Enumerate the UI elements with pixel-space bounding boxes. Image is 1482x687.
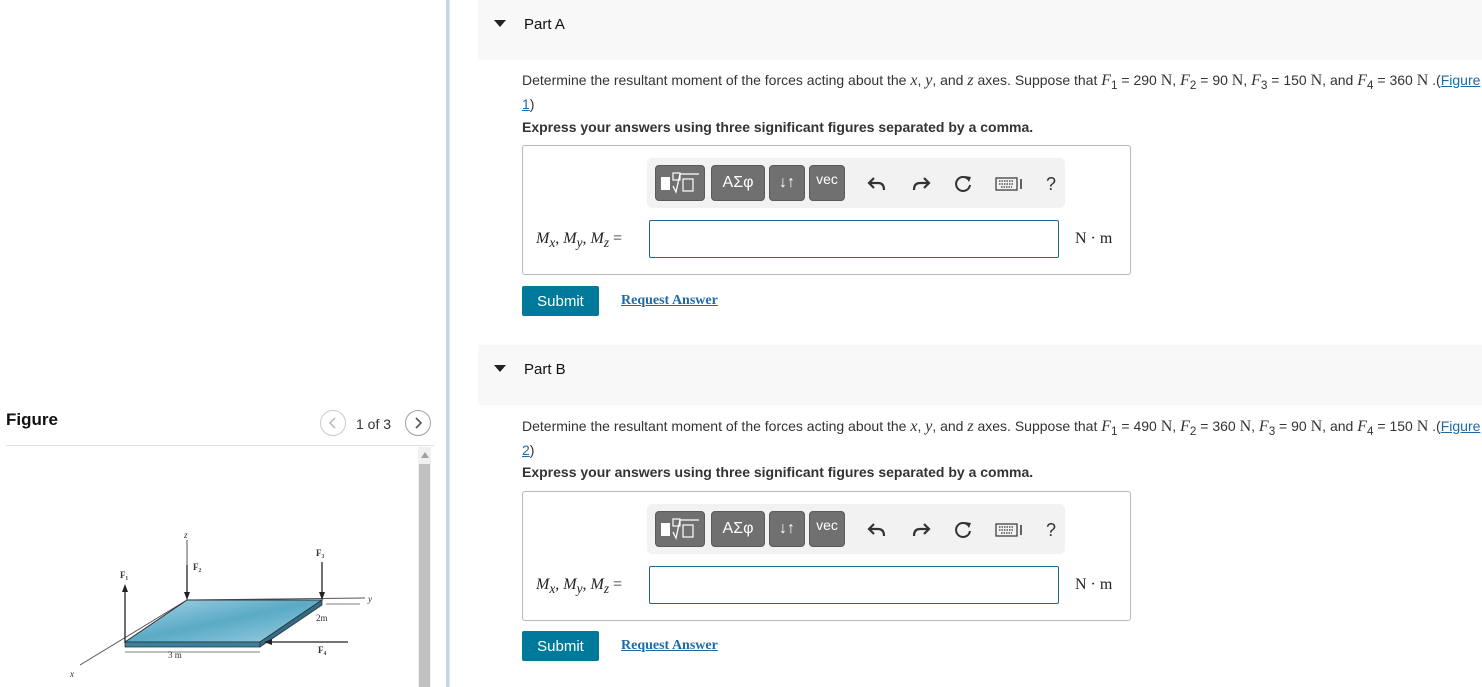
f4-value: 150	[1389, 418, 1413, 434]
keyboard-icon	[995, 177, 1022, 191]
figure-title: Figure	[6, 410, 58, 429]
help-button[interactable]: ?	[1039, 172, 1063, 196]
next-figure-button[interactable]	[405, 410, 431, 436]
figure-panel: Figure 1 of 3 z F₁ F₂ F₃ F₄ y x 2m 3 m	[0, 0, 446, 687]
part-a-header[interactable]: Part A	[478, 0, 1482, 60]
panel-divider[interactable]	[446, 0, 450, 687]
undo-icon	[867, 523, 886, 537]
question-mid: axes. Suppose that	[977, 72, 1098, 88]
part-a-unit: N · m	[1075, 230, 1113, 247]
part-b-answer-box: ΑΣφ ↓↑ vec ? Mx, My, Mz = N · m	[522, 491, 1131, 621]
figure-counter: 1 of 3	[356, 416, 392, 432]
math-toolbar: ΑΣφ ↓↑ vec ?	[647, 504, 1065, 554]
reset-button[interactable]	[951, 172, 975, 196]
figure-diagram: z F₁ F₂ F₃ F₄ y x 2m 3 m	[69, 530, 372, 679]
axis-y: y	[925, 418, 933, 435]
figure-scrollbar[interactable]	[418, 447, 431, 687]
part-b-title: Part B	[524, 361, 566, 378]
part-a-submit-button[interactable]: Submit	[522, 286, 599, 316]
force-f1-arrowhead	[122, 584, 128, 592]
keyboard-button[interactable]	[995, 518, 1025, 542]
f3-value: 90	[1291, 418, 1307, 434]
part-b-unit: N · m	[1075, 576, 1113, 593]
subscript-superscript-button[interactable]: ↓↑	[769, 165, 805, 201]
scroll-up-button[interactable]	[418, 447, 431, 463]
greek-symbols-button[interactable]: ΑΣφ	[711, 511, 765, 547]
part-a-question: Determine the resultant moment of the fo…	[522, 72, 1481, 112]
f3-value: 150	[1283, 72, 1307, 88]
keyboard-button[interactable]	[995, 172, 1025, 196]
figure-divider	[6, 445, 434, 446]
reset-icon	[955, 176, 971, 192]
f4-value: 360	[1389, 72, 1413, 88]
diagram-label-y: y	[367, 594, 372, 604]
diagram-label-f4: F₄	[318, 645, 326, 655]
part-b-answer-input[interactable]	[649, 566, 1059, 604]
redo-button[interactable]	[909, 172, 933, 196]
math-toolbar: ΑΣφ ↓↑ vec ?	[647, 158, 1065, 208]
f2-value: 90	[1212, 72, 1228, 88]
scroll-thumb[interactable]	[419, 464, 430, 687]
diagram-label-z: z	[183, 530, 188, 540]
axis-x: x	[910, 72, 918, 89]
f1-value: 490	[1133, 418, 1157, 434]
diagram-label-3m: 3 m	[168, 650, 182, 660]
part-b-request-answer-link[interactable]: Request Answer	[621, 638, 718, 654]
reset-button[interactable]	[951, 518, 975, 542]
collapse-caret-icon	[494, 20, 506, 27]
diagram-label-f3: F₃	[316, 548, 324, 558]
question-prefix: Determine the resultant moment of the fo…	[522, 418, 907, 434]
part-a-input-label: Mx, My, Mz =	[536, 230, 623, 251]
reset-icon	[955, 522, 971, 538]
undo-icon	[867, 177, 886, 191]
undo-button[interactable]	[865, 518, 889, 542]
axis-y: y	[925, 72, 933, 89]
part-a-request-answer-link[interactable]: Request Answer	[621, 293, 718, 309]
f2-value: 360	[1212, 418, 1236, 434]
axis-z: z	[967, 418, 974, 435]
redo-icon	[912, 177, 931, 191]
chevron-left-icon	[328, 417, 336, 429]
force-f2-arrowhead	[184, 592, 190, 600]
previous-figure-button[interactable]	[320, 410, 346, 436]
diagram-label-f2: F₂	[193, 562, 201, 572]
diagram-label-x: x	[69, 669, 74, 679]
diagram-label-f1: F₁	[120, 570, 128, 580]
figure-navigation: 1 of 3	[318, 410, 438, 438]
vector-button[interactable]: vec	[809, 165, 845, 201]
templates-button[interactable]	[655, 165, 705, 201]
triangle-up-icon	[420, 452, 429, 458]
vector-button[interactable]: vec	[809, 511, 845, 547]
keyboard-icon	[995, 523, 1022, 537]
help-button[interactable]: ?	[1039, 518, 1063, 542]
chevron-right-icon	[415, 417, 423, 429]
redo-button[interactable]	[909, 518, 933, 542]
part-b-question: Determine the resultant moment of the fo…	[522, 418, 1481, 458]
plate-front-edge	[124, 641, 261, 648]
diagram-label-2m: 2m	[316, 613, 328, 623]
part-b-header[interactable]: Part B	[478, 345, 1482, 405]
question-mid: axes. Suppose that	[977, 418, 1098, 434]
axis-z: z	[967, 72, 974, 89]
subscript-superscript-button[interactable]: ↓↑	[769, 511, 805, 547]
question-prefix: Determine the resultant moment of the fo…	[522, 72, 907, 88]
greek-symbols-button[interactable]: ΑΣφ	[711, 165, 765, 201]
part-a-instruction: Express your answers using three signifi…	[522, 119, 1034, 135]
templates-button[interactable]	[655, 511, 705, 547]
undo-button[interactable]	[865, 172, 889, 196]
part-a-answer-box: ΑΣφ ↓↑ vec ? Mx, My, Mz = N · m	[522, 145, 1131, 275]
redo-icon	[912, 523, 931, 537]
fraction-sqrt-icon	[661, 172, 699, 194]
part-b-input-label: Mx, My, Mz =	[536, 576, 623, 597]
axis-x: x	[910, 418, 918, 435]
part-b-submit-button[interactable]: Submit	[522, 631, 599, 661]
collapse-caret-icon	[494, 365, 506, 372]
part-a-title: Part A	[524, 16, 565, 33]
part-b-instruction: Express your answers using three signifi…	[522, 464, 1034, 480]
f1-value: 290	[1133, 72, 1157, 88]
part-a-answer-input[interactable]	[649, 220, 1059, 258]
fraction-sqrt-icon	[661, 518, 699, 540]
